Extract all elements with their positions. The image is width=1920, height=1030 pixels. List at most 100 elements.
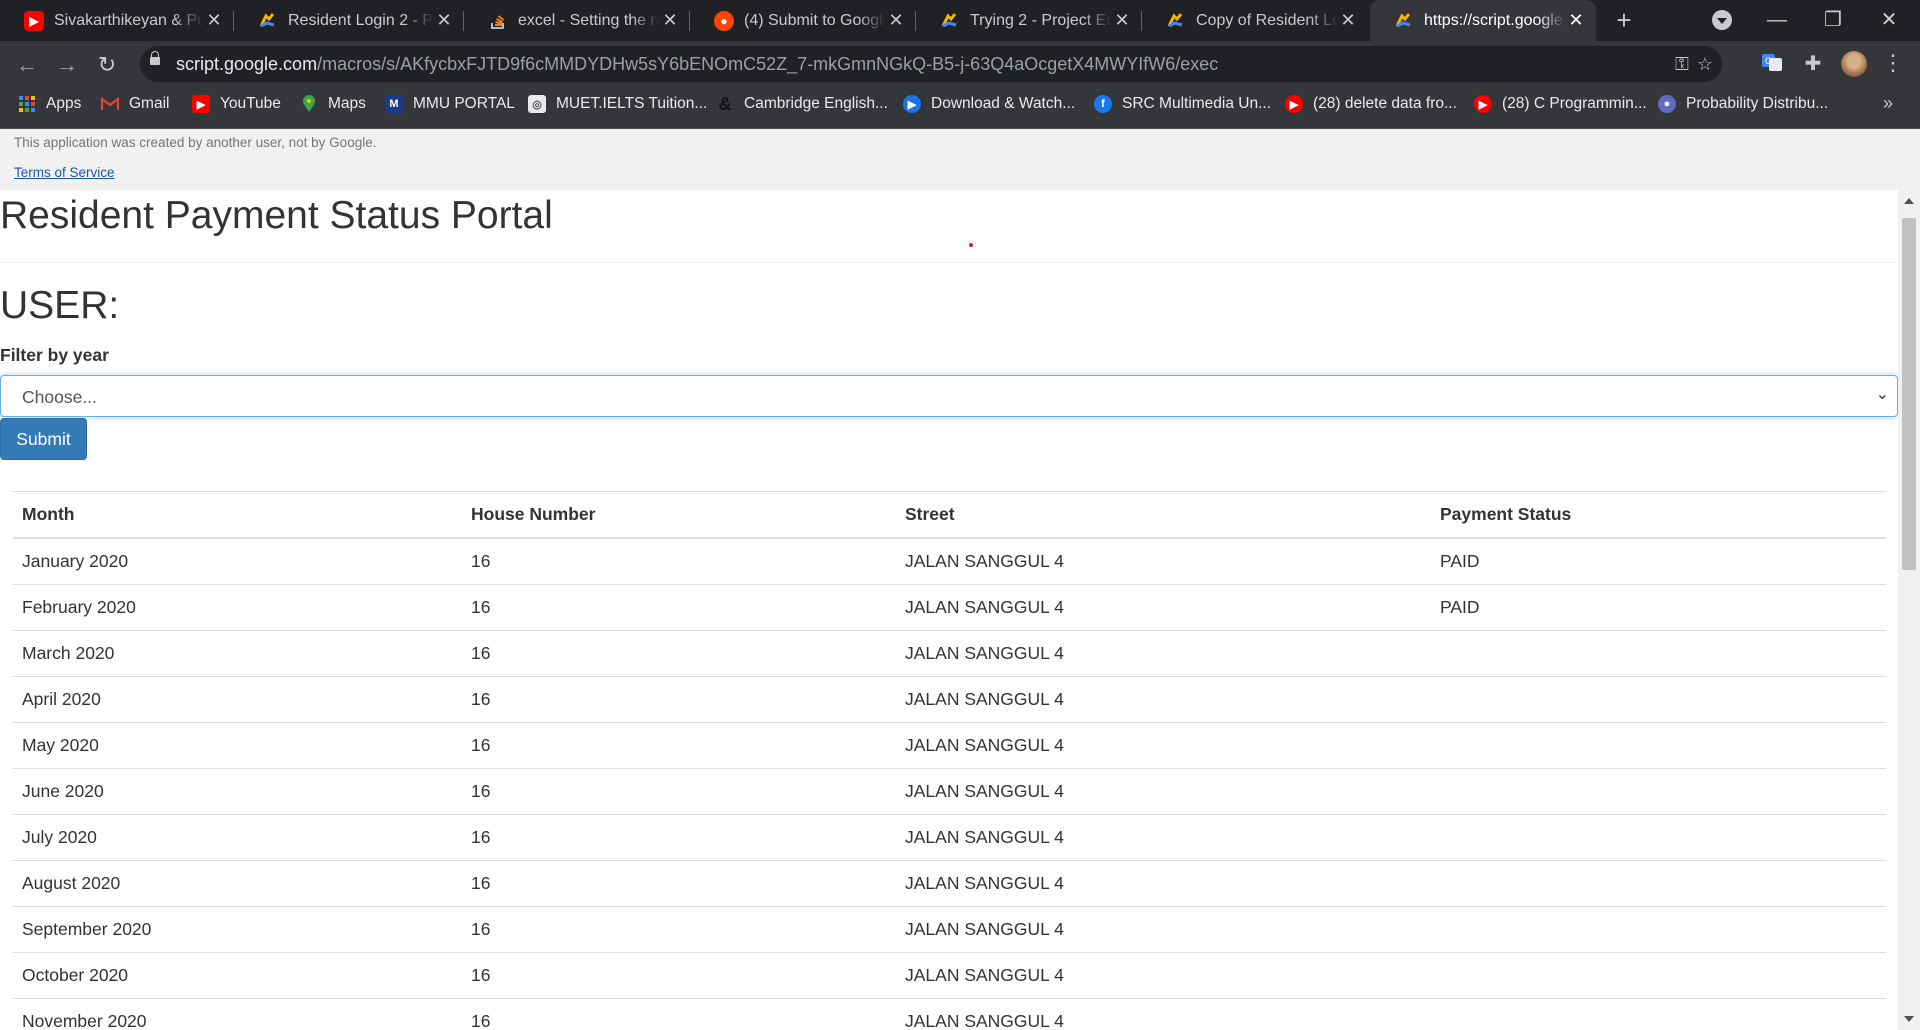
red-dot	[969, 243, 973, 247]
browser-tab[interactable]: excel - Setting the range ✕	[464, 0, 690, 41]
year-select[interactable]: Choose... ⌄	[0, 375, 1898, 417]
table-row: November 2020 16 JALAN SANGGUL 4	[13, 998, 1886, 1030]
close-icon[interactable]: ✕	[434, 10, 454, 31]
cell-house-number: 16	[462, 860, 896, 907]
star-icon[interactable]: ☆	[1693, 52, 1717, 76]
close-icon[interactable]: ✕	[886, 10, 906, 31]
cell-house-number: 16	[462, 998, 896, 1030]
bookmark-item[interactable]: ▶ (28) delete data fro...	[1285, 88, 1457, 120]
bookmark-item[interactable]: ▶ Download & Watch...	[903, 88, 1075, 120]
translate-extension-icon[interactable]: G	[1759, 51, 1785, 77]
key-icon[interactable]: ⚿	[1670, 52, 1694, 76]
probability-icon: ●	[1658, 95, 1676, 113]
bookmark-item[interactable]: M MMU PORTAL	[385, 88, 515, 120]
cell-house-number: 16	[462, 814, 896, 861]
bookmark-item[interactable]: & Cambridge English...	[716, 88, 888, 120]
table-row: July 2020 16 JALAN SANGGUL 4	[13, 814, 1886, 861]
cell-payment-status	[1431, 676, 1886, 723]
reload-icon[interactable]: ↻	[92, 50, 122, 80]
extensions-puzzle-icon[interactable]: ✚	[1800, 51, 1826, 77]
close-icon[interactable]: ✕	[660, 10, 680, 31]
cell-month: October 2020	[13, 952, 462, 999]
more-bookmarks-icon[interactable]: »	[1883, 93, 1893, 114]
cell-house-number: 16	[462, 584, 896, 631]
table-row: February 2020 16 JALAN SANGGUL 4 PAID	[13, 584, 1886, 631]
more-menu-icon[interactable]: ⋮	[1882, 50, 1904, 78]
chevron-down-icon: ⌄	[1875, 386, 1889, 403]
close-icon[interactable]: ✕	[1112, 10, 1132, 31]
cell-street: JALAN SANGGUL 4	[896, 860, 1431, 907]
apps-script-icon	[940, 11, 960, 31]
browser-tab[interactable]: Trying 2 - Project Editor ✕	[916, 0, 1142, 41]
bookmark-item[interactable]: ▶ YouTube	[192, 88, 281, 120]
bookmark-item[interactable]: f SRC Multimedia Un...	[1094, 88, 1271, 120]
browser-tab[interactable]: Resident Login 2 - Project ✕	[234, 0, 464, 41]
column-header-house-number: House Number	[462, 491, 896, 539]
bookmarks-bar: Apps Gmail ▶ YouTube Maps M MMU PORTAL ◎ MU…	[0, 88, 1920, 129]
cell-house-number: 16	[462, 906, 896, 953]
submit-button[interactable]: Submit	[0, 418, 87, 460]
browser-tab[interactable]: Copy of Resident Login ✕	[1142, 0, 1368, 41]
scrollbar-thumb[interactable]	[1902, 218, 1916, 570]
profile-avatar[interactable]	[1841, 51, 1867, 77]
address-bar[interactable]: script.google.com/macros/s/AKfycbxFJTD9f…	[140, 46, 1722, 82]
forward-icon[interactable]: →	[52, 50, 82, 80]
bookmark-item[interactable]: Apps	[18, 88, 81, 120]
tab-title: Sivakarthikeyan & Pugazh	[54, 11, 204, 29]
cell-house-number: 16	[462, 952, 896, 999]
cell-payment-status	[1431, 952, 1886, 999]
new-tab-button[interactable]: +	[1611, 7, 1637, 34]
url-text[interactable]: script.google.com/macros/s/AKfycbxFJTD9f…	[176, 54, 1218, 75]
restore-button[interactable]: ❐	[1805, 0, 1861, 41]
tab-title: excel - Setting the range	[518, 11, 660, 29]
cell-month: June 2020	[13, 768, 462, 815]
column-header-payment-status: Payment Status	[1431, 491, 1886, 539]
cell-month: July 2020	[13, 814, 462, 861]
youtube-icon: ▶	[192, 95, 210, 113]
cambridge-icon: &	[718, 93, 732, 114]
bookmark-item[interactable]: Maps	[300, 88, 366, 120]
scroll-up-icon[interactable]	[1904, 198, 1914, 204]
scroll-down-icon[interactable]	[1904, 1016, 1914, 1022]
page-scrollbar[interactable]	[1898, 190, 1920, 1030]
svg-text:G: G	[1765, 56, 1772, 66]
table-row: August 2020 16 JALAN SANGGUL 4	[13, 860, 1886, 907]
maps-icon	[300, 95, 318, 113]
browser-tab[interactable]: ▶ Sivakarthikeyan & Pugazh ✕	[0, 0, 234, 41]
cell-street: JALAN SANGGUL 4	[896, 952, 1431, 999]
browser-toolbar: ← → ↻ script.google.com/macros/s/AKfycbx…	[0, 41, 1920, 88]
cell-payment-status	[1431, 906, 1886, 953]
close-icon[interactable]: ✕	[1566, 10, 1586, 31]
cell-payment-status: PAID	[1431, 584, 1886, 631]
bookmark-item[interactable]: ◎ MUET.IELTS Tuition...	[528, 88, 707, 120]
cell-house-number: 16	[462, 630, 896, 677]
close-icon[interactable]: ✕	[204, 10, 224, 31]
tab-title: Resident Login 2 - Project	[288, 11, 434, 29]
minimize-button[interactable]: —	[1749, 0, 1805, 41]
bookmark-item[interactable]: ● Probability Distribu...	[1658, 88, 1828, 120]
lock-icon[interactable]	[150, 51, 160, 65]
bookmark-item[interactable]: ▶ (28) C Programmin...	[1474, 88, 1647, 120]
tab-search-icon[interactable]	[1712, 10, 1732, 30]
cell-month: January 2020	[13, 537, 462, 585]
tuition-icon: ◎	[528, 95, 546, 113]
cell-street: JALAN SANGGUL 4	[896, 630, 1431, 677]
cell-house-number: 16	[462, 722, 896, 769]
stackoverflow-icon	[488, 11, 508, 31]
back-icon[interactable]: ←	[12, 50, 42, 80]
reddit-icon: ●	[714, 10, 734, 31]
cell-month: April 2020	[13, 676, 462, 723]
browser-tab[interactable]: ● (4) Submit to Google Apps ✕	[690, 0, 916, 41]
page-title: Resident Payment Status Portal	[0, 194, 553, 237]
table-header-row: Month House Number Street Payment Status	[13, 491, 1886, 539]
bookmark-item[interactable]: Gmail	[101, 88, 169, 120]
window-close-button[interactable]: ✕	[1861, 0, 1917, 41]
cell-house-number: 16	[462, 768, 896, 815]
browser-tab-active[interactable]: https://script.google.com ✕	[1370, 0, 1596, 41]
cell-month: May 2020	[13, 722, 462, 769]
cell-house-number: 16	[462, 537, 896, 585]
close-icon[interactable]: ✕	[1338, 10, 1358, 31]
apps-script-banner: This application was created by another …	[0, 129, 1920, 190]
filter-year-label: Filter by year	[0, 345, 109, 365]
terms-of-service-link[interactable]: Terms of Service	[14, 165, 115, 180]
